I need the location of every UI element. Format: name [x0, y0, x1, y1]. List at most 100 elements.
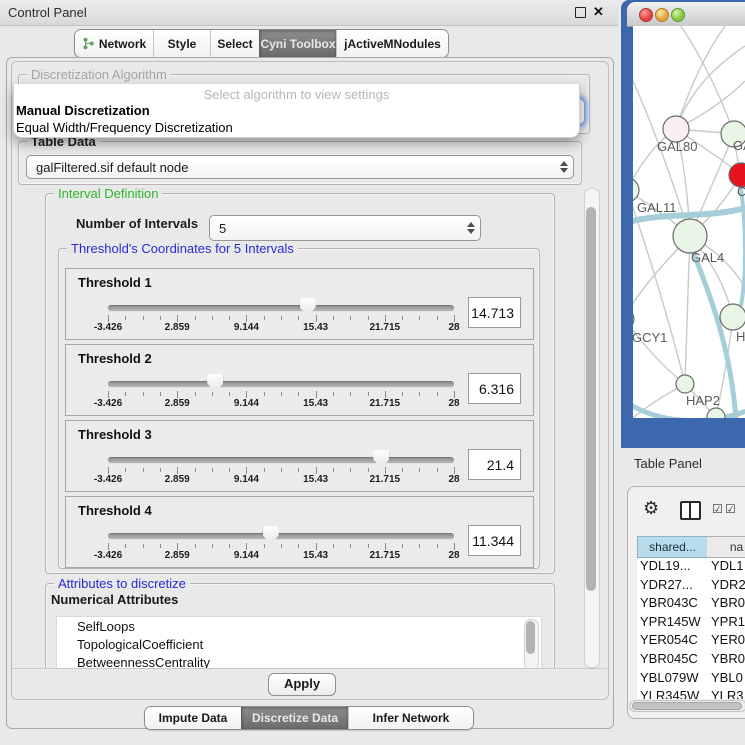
major-tick	[385, 391, 386, 398]
threshold-value-field[interactable]: 11.344	[468, 525, 521, 556]
slider-thumb[interactable]	[207, 374, 223, 392]
table-row[interactable]: YBL079WYBL0	[637, 670, 745, 689]
network-node[interactable]	[633, 309, 634, 329]
threshold-value-field[interactable]: 6.316	[468, 373, 521, 404]
minor-tick	[281, 316, 282, 320]
slider-track[interactable]	[108, 533, 454, 540]
network-graph: GAL80GACGAL11GAL4GCY1HHAP2	[633, 26, 745, 418]
minor-tick	[333, 544, 334, 548]
columns-icon[interactable]	[680, 501, 701, 520]
group-title: Attributes to discretize	[54, 576, 190, 591]
number-of-intervals-combobox[interactable]: 5	[209, 215, 481, 241]
attribute-list-item[interactable]: TopologicalCoefficient	[77, 637, 203, 652]
tab-network[interactable]: Network	[75, 30, 153, 57]
table-data-combobox[interactable]: galFiltered.sif default node	[26, 155, 574, 179]
tick-label: 15.43	[303, 550, 328, 561]
network-edge-thick[interactable]	[741, 187, 745, 306]
network-edge[interactable]	[681, 26, 734, 134]
attribute-list-item[interactable]: SelfLoops	[77, 619, 135, 634]
checkbox-icon[interactable]: ☑	[725, 502, 736, 516]
cell-name: YBR0	[711, 651, 745, 666]
slider-track[interactable]	[108, 457, 454, 464]
slider-track[interactable]	[108, 381, 454, 388]
dropdown-option-equal-width[interactable]: Equal Width/Frequency Discretization	[16, 120, 233, 135]
node-label: HAP2	[686, 393, 720, 408]
network-edge[interactable]	[676, 26, 725, 129]
minor-tick	[333, 468, 334, 472]
table-row[interactable]: YER054CYER0	[637, 632, 745, 651]
threshold-value-field[interactable]: 21.4	[468, 449, 521, 480]
table-row[interactable]: YLR345WYLR3	[637, 688, 745, 699]
minor-tick	[143, 544, 144, 548]
minor-tick	[229, 544, 230, 548]
network-window-titlebar[interactable]	[627, 2, 745, 27]
main-scrollbar[interactable]	[584, 188, 600, 668]
cell-shared-name: YPR145W	[640, 614, 701, 629]
network-node[interactable]	[676, 375, 694, 393]
network-edge[interactable]	[676, 46, 745, 129]
main-scrollbar-thumb[interactable]	[586, 207, 596, 591]
network-edge[interactable]	[685, 236, 690, 384]
tab-impute-data[interactable]: Impute Data	[145, 707, 241, 729]
slider-thumb[interactable]	[373, 450, 389, 468]
zoom-traffic-light[interactable]	[671, 8, 685, 22]
tab-select[interactable]: Select	[210, 30, 259, 57]
table-row[interactable]: YPR145WYPR1	[637, 614, 745, 633]
major-tick	[177, 391, 178, 398]
table-data-value: galFiltered.sif default node	[27, 160, 555, 175]
minor-tick	[125, 316, 126, 320]
node-label: GCY1	[633, 330, 667, 345]
attribute-list-item[interactable]: BetweennessCentrality	[77, 655, 210, 668]
major-tick	[454, 391, 455, 398]
slider-track[interactable]	[108, 305, 454, 312]
minor-tick	[264, 392, 265, 396]
cell-name: YLR3	[711, 688, 744, 699]
network-canvas[interactable]: GAL80GACGAL11GAL4GCY1HHAP2	[633, 26, 745, 418]
numerical-attributes-label: Numerical Attributes	[51, 592, 178, 607]
minor-tick	[419, 468, 420, 472]
tab-label: Discretize Data	[252, 711, 338, 725]
threshold-label: Threshold 4	[78, 503, 152, 518]
close-traffic-light[interactable]	[639, 8, 653, 22]
tab-jactivemnodules[interactable]: jActiveMNodules	[336, 30, 448, 57]
minimize-traffic-light[interactable]	[655, 8, 669, 22]
float-window-icon[interactable]	[575, 7, 586, 18]
slider-thumb[interactable]	[300, 298, 316, 316]
tab-discretize-data[interactable]: Discretize Data	[241, 707, 348, 729]
slider-thumb[interactable]	[263, 526, 279, 544]
network-node[interactable]	[633, 178, 639, 202]
column-header-name[interactable]: na	[707, 536, 745, 558]
numerical-attributes-list[interactable]: SelfLoops TopologicalCoefficient Betweenne…	[56, 616, 542, 668]
tab-style[interactable]: Style	[153, 30, 210, 57]
table-hscrollbar-thumb[interactable]	[632, 702, 742, 710]
tick-label: 15.43	[303, 322, 328, 333]
table-row[interactable]: YBR043CYBR0	[637, 595, 745, 614]
network-node[interactable]	[673, 219, 707, 253]
number-of-intervals-label: Number of Intervals	[76, 216, 198, 231]
dropdown-option-manual[interactable]: Manual Discretization	[16, 103, 150, 118]
tab-cyni-toolbox[interactable]: Cyni Toolbox	[259, 30, 336, 57]
table-hscrollbar[interactable]	[629, 700, 745, 712]
tab-infer-network[interactable]: Infer Network	[348, 707, 473, 729]
minor-tick	[402, 544, 403, 548]
column-header-shared-name[interactable]: shared...	[637, 536, 708, 558]
window-title: Control Panel	[8, 5, 87, 20]
network-node[interactable]	[707, 408, 725, 418]
gear-icon[interactable]: ⚙	[643, 498, 659, 519]
table-row[interactable]: YDL19...YDL1	[637, 558, 745, 577]
threshold-value-field[interactable]: 14.713	[468, 297, 521, 328]
minor-tick	[402, 316, 403, 320]
list-scrollbar-thumb[interactable]	[526, 621, 535, 654]
network-node[interactable]	[720, 304, 745, 330]
node-table-rows[interactable]: YDL19...YDL1YDR27...YDR2YBR043CYBR0YPR14…	[637, 558, 745, 699]
apply-button[interactable]: Apply	[268, 673, 336, 696]
table-row[interactable]: YBR045CYBR0	[637, 651, 745, 670]
list-scrollbar[interactable]	[524, 619, 539, 668]
tick-label: 15.43	[303, 398, 328, 409]
table-row[interactable]: YDR27...YDR2	[637, 577, 745, 596]
minor-tick	[350, 392, 351, 396]
close-icon[interactable]: ✕	[593, 4, 604, 20]
major-tick	[316, 315, 317, 322]
checkbox-icon[interactable]: ☑	[712, 502, 723, 516]
tick-label: -3.426	[94, 322, 122, 333]
